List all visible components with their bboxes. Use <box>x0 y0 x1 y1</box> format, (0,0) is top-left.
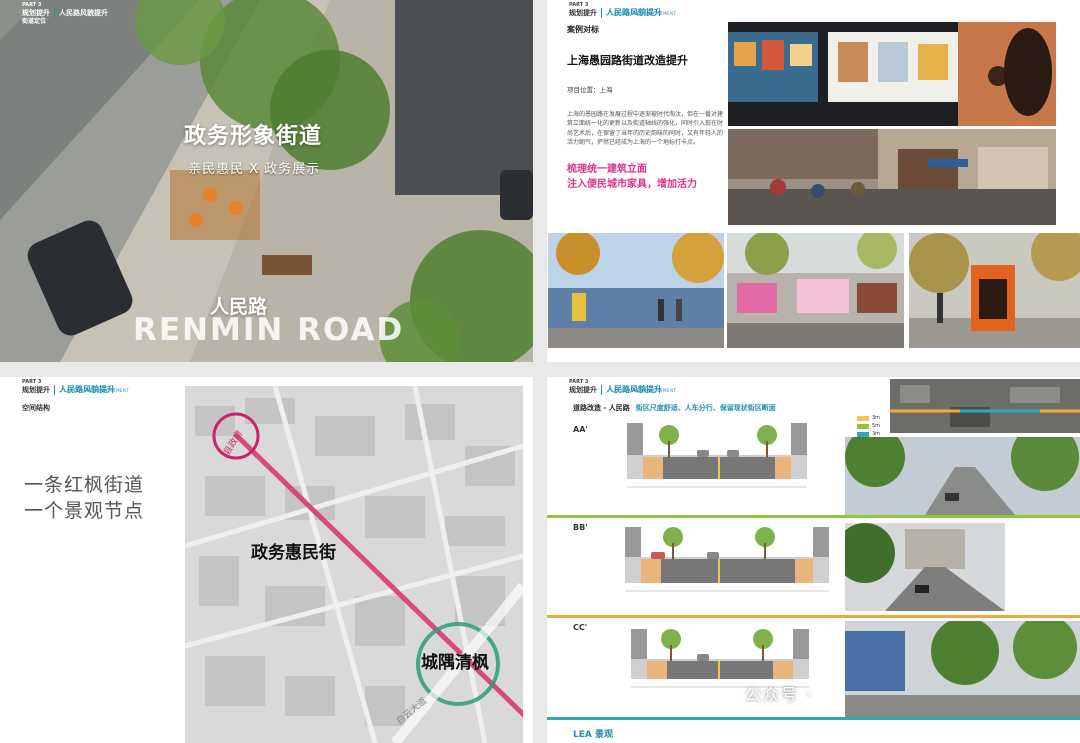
street-market-photo <box>728 129 1056 225</box>
slogan-line-2: 一个景观节点 <box>24 499 145 522</box>
shopfront-photo <box>728 22 1056 126</box>
storefront-street-photo <box>727 233 904 348</box>
header-divider <box>54 8 55 18</box>
street-wall-photo <box>548 233 724 348</box>
section-label: 空间结构 <box>22 404 50 412</box>
road-name-en: RENMIN ROAD <box>133 312 405 348</box>
highlight-2: 注入便民城市家具，增加活力 <box>567 179 697 190</box>
category-label: 规划提升 <box>22 385 50 394</box>
slogan-line-1: 一条红枫街道 <box>24 474 145 496</box>
case-highlights: 梳理统一建筑立面 注入便民城市家具，增加活力 <box>567 162 697 192</box>
slide-header: PART 3 规划提升 人民路风貌提升 LANDSCAPE IMPROVEMEN… <box>569 2 677 18</box>
slide-renmin-road-cover: PART 3 规划提升 人民路风貌提升 街道定位 政务形象街道 亲民惠民 X 政… <box>0 0 533 362</box>
orange-kiosk-photo <box>909 233 1080 348</box>
slide-case-study: PART 3 规划提升 人民路风貌提升 LANDSCAPE IMPROVEMEN… <box>547 0 1080 362</box>
slogan: 一条红枫街道 一个景观节点 <box>24 473 144 524</box>
map-label-main-street: 政务惠民街 <box>251 543 336 563</box>
slide-header: PART 3 规划提升 人民路风貌提升 街道定位 <box>22 2 108 25</box>
highlight-1: 梳理统一建筑立面 <box>567 164 647 175</box>
case-label: 案例对标 <box>567 25 599 34</box>
header-divider <box>54 385 55 395</box>
street-photo-aa <box>845 437 1080 515</box>
header-divider <box>601 8 602 18</box>
category-label: 规划提升 <box>22 8 50 17</box>
case-location: 项目位置：上海 <box>567 86 613 94</box>
slide-header: PART 3 规划提升 人民路风貌提升 LANDSCAPE IMPROVEMEN… <box>22 379 130 395</box>
watermark-text: 公众号 · <box>745 685 814 704</box>
slide-road-sections: PART 3 规划提升 人民路风貌提升 LANDSCAPE IMPROVEMEN… <box>547 377 1080 743</box>
street-photo-bb <box>845 523 1005 611</box>
slide-subtitle: 亲民惠民 X 政务展示 <box>188 162 321 177</box>
footer-logo: LEA 景观 <box>573 730 613 740</box>
category-label: 规划提升 <box>569 8 597 17</box>
section-aa <box>627 423 807 488</box>
case-title: 上海愚园路街道改造提升 <box>567 54 688 67</box>
section-bb <box>625 527 829 592</box>
street-photo-cc <box>845 621 1080 717</box>
section-cc <box>631 629 809 688</box>
map-label-node: 城隅清枫 <box>421 653 489 673</box>
slide-spatial-structure: PART 3 规划提升 人民路风貌提升 LANDSCAPE IMPROVEMEN… <box>0 377 533 743</box>
topic-label: 人民路风貌提升 <box>59 8 108 17</box>
case-body: 上海的愚园路在发展过程中逐渐被时代淘汰，但在一番对建筑立面统一化的更新以及街道轴… <box>567 111 724 146</box>
aerial-map: 县政府 政务惠民街 城隅清枫 白云大道 <box>185 386 523 743</box>
header-en: LANDSCAPE IMPROVEMENT <box>611 11 677 16</box>
header-en: LANDSCAPE IMPROVEMENT <box>64 388 130 393</box>
slide-title: 政务形象街道 <box>184 124 323 149</box>
subtopic-label: 街道定位 <box>22 18 47 25</box>
